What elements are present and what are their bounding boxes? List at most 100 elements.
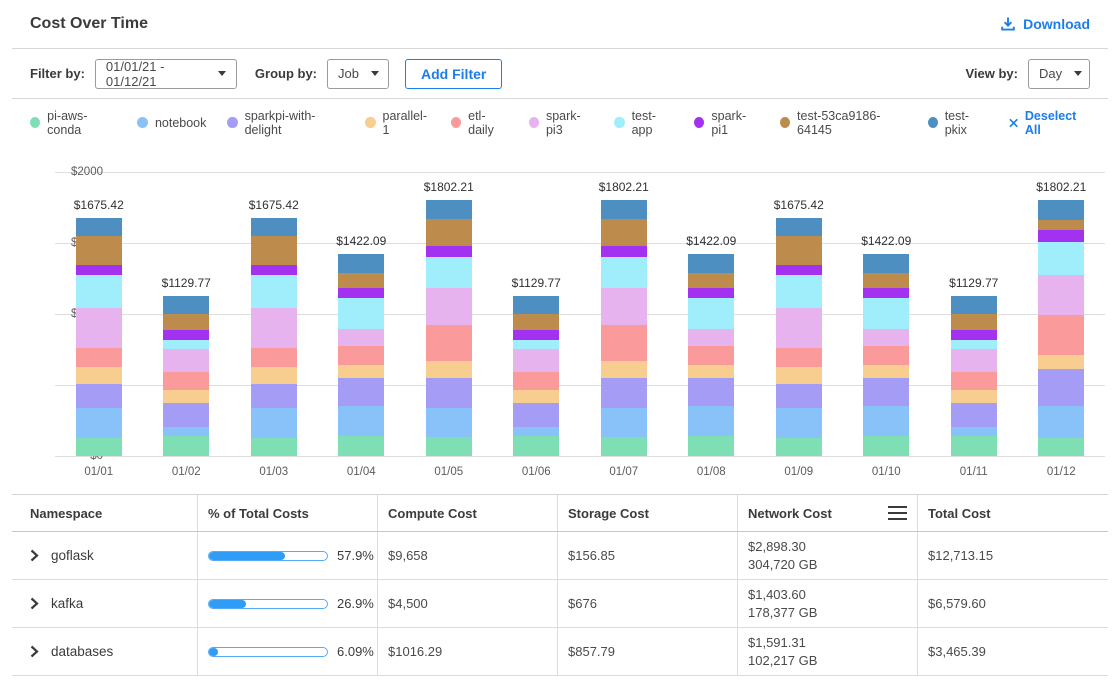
stacked-bar[interactable]	[426, 200, 472, 456]
bar-segment-spark-pi1[interactable]	[863, 288, 909, 298]
bar-segment-parallel-1[interactable]	[1038, 355, 1084, 369]
bar-segment-test-pkix[interactable]	[76, 218, 122, 236]
bar-segment-pi-aws-conda[interactable]	[688, 436, 734, 456]
bar-segment-spark-pi1[interactable]	[776, 265, 822, 275]
bar-segment-sparkpi-with-delight[interactable]	[338, 378, 384, 406]
bar-segment-notebook[interactable]	[426, 408, 472, 437]
bar-segment-parallel-1[interactable]	[251, 367, 297, 384]
bar-segment-pi-aws-conda[interactable]	[76, 438, 122, 456]
bar-segment-notebook[interactable]	[1038, 406, 1084, 439]
bar-segment-spark-pi3[interactable]	[776, 308, 822, 348]
bar-segment-test-app[interactable]	[951, 340, 997, 349]
bar-segment-spark-pi3[interactable]	[601, 288, 647, 325]
bar-segment-sparkpi-with-delight[interactable]	[76, 384, 122, 408]
bar-segment-test-pkix[interactable]	[513, 296, 559, 315]
bar-segment-test-53ca9186-64145[interactable]	[863, 273, 909, 288]
bar-segment-etl-daily[interactable]	[776, 348, 822, 367]
bar-segment-test-app[interactable]	[863, 298, 909, 329]
legend-item-test-app[interactable]: test-app	[614, 109, 673, 137]
bar-segment-etl-daily[interactable]	[863, 346, 909, 365]
bar-segment-sparkpi-with-delight[interactable]	[601, 378, 647, 408]
legend-item-parallel-1[interactable]: parallel-1	[365, 109, 430, 137]
bar-segment-spark-pi1[interactable]	[951, 330, 997, 341]
bar-segment-notebook[interactable]	[163, 427, 209, 435]
bar-segment-pi-aws-conda[interactable]	[426, 437, 472, 456]
bar-segment-etl-daily[interactable]	[951, 372, 997, 390]
bar-segment-sparkpi-with-delight[interactable]	[163, 403, 209, 428]
bar-segment-spark-pi3[interactable]	[513, 349, 559, 372]
bar-segment-parallel-1[interactable]	[426, 361, 472, 378]
stacked-bar[interactable]	[513, 296, 559, 456]
bar-segment-pi-aws-conda[interactable]	[601, 437, 647, 456]
stacked-bar[interactable]	[163, 296, 209, 456]
bar-segment-sparkpi-with-delight[interactable]	[863, 378, 909, 406]
bar-segment-sparkpi-with-delight[interactable]	[776, 384, 822, 408]
bar-segment-parallel-1[interactable]	[601, 361, 647, 378]
bar-segment-sparkpi-with-delight[interactable]	[688, 378, 734, 406]
bar-segment-spark-pi3[interactable]	[338, 329, 384, 346]
bar-segment-spark-pi3[interactable]	[76, 308, 122, 348]
bar-segment-pi-aws-conda[interactable]	[338, 436, 384, 456]
bar-segment-spark-pi1[interactable]	[426, 246, 472, 257]
bar-segment-etl-daily[interactable]	[688, 346, 734, 365]
legend-item-sparkpi-with-delight[interactable]: sparkpi-with-delight	[227, 109, 344, 137]
date-range-select[interactable]: 01/01/21 - 01/12/21	[95, 59, 237, 89]
bar-segment-test-pkix[interactable]	[163, 296, 209, 315]
expand-row-button[interactable]	[30, 645, 39, 658]
column-header-storage-cost[interactable]: Storage Cost	[557, 495, 737, 531]
bar-segment-test-app[interactable]	[776, 275, 822, 308]
bar-segment-test-53ca9186-64145[interactable]	[163, 314, 209, 329]
bar-segment-test-53ca9186-64145[interactable]	[688, 273, 734, 288]
bar-segment-etl-daily[interactable]	[426, 325, 472, 361]
bar-segment-spark-pi1[interactable]	[76, 265, 122, 275]
bar-segment-test-app[interactable]	[513, 340, 559, 349]
bar-segment-etl-daily[interactable]	[251, 348, 297, 367]
column-header-compute-cost[interactable]: Compute Cost	[377, 495, 557, 531]
bar-segment-spark-pi1[interactable]	[338, 288, 384, 298]
bar-segment-sparkpi-with-delight[interactable]	[251, 384, 297, 408]
bar-segment-test-pkix[interactable]	[688, 254, 734, 273]
bar-segment-pi-aws-conda[interactable]	[251, 438, 297, 456]
bar-segment-test-app[interactable]	[163, 340, 209, 349]
expand-row-button[interactable]	[30, 549, 39, 562]
bar-segment-test-app[interactable]	[688, 298, 734, 329]
stacked-bar[interactable]	[688, 254, 734, 456]
expand-row-button[interactable]	[30, 597, 39, 610]
bar-segment-spark-pi3[interactable]	[1038, 275, 1084, 315]
bar-segment-test-53ca9186-64145[interactable]	[426, 219, 472, 246]
bar-segment-spark-pi1[interactable]	[601, 246, 647, 257]
legend-item-etl-daily[interactable]: etl-daily	[451, 109, 508, 137]
stacked-bar[interactable]	[1038, 200, 1084, 456]
bar-segment-test-53ca9186-64145[interactable]	[251, 236, 297, 265]
bar-segment-sparkpi-with-delight[interactable]	[426, 378, 472, 408]
bar-segment-test-app[interactable]	[251, 275, 297, 308]
bar-segment-sparkpi-with-delight[interactable]	[513, 403, 559, 428]
bar-segment-spark-pi1[interactable]	[513, 330, 559, 341]
bar-segment-etl-daily[interactable]	[1038, 315, 1084, 355]
bar-segment-test-app[interactable]	[76, 275, 122, 308]
bar-segment-pi-aws-conda[interactable]	[513, 436, 559, 456]
bar-segment-sparkpi-with-delight[interactable]	[951, 403, 997, 428]
bar-segment-etl-daily[interactable]	[513, 372, 559, 390]
bar-segment-spark-pi1[interactable]	[688, 288, 734, 298]
column-header-namespace[interactable]: Namespace	[12, 495, 197, 531]
bar-segment-notebook[interactable]	[601, 408, 647, 437]
deselect-all-button[interactable]: Deselect All	[1009, 109, 1090, 137]
download-button[interactable]: Download	[1000, 16, 1090, 32]
stacked-bar[interactable]	[776, 218, 822, 456]
bar-segment-etl-daily[interactable]	[163, 372, 209, 390]
bar-segment-notebook[interactable]	[513, 427, 559, 435]
bar-segment-test-pkix[interactable]	[951, 296, 997, 315]
bar-segment-spark-pi3[interactable]	[426, 288, 472, 325]
view-by-select[interactable]: Day	[1028, 59, 1090, 89]
bar-segment-parallel-1[interactable]	[688, 365, 734, 378]
bar-segment-test-app[interactable]	[338, 298, 384, 329]
bar-segment-parallel-1[interactable]	[163, 390, 209, 402]
bar-segment-test-app[interactable]	[1038, 242, 1084, 275]
bar-segment-test-53ca9186-64145[interactable]	[338, 273, 384, 288]
bar-segment-spark-pi1[interactable]	[163, 330, 209, 341]
bar-segment-test-pkix[interactable]	[251, 218, 297, 236]
add-filter-button[interactable]: Add Filter	[405, 59, 502, 89]
bar-segment-parallel-1[interactable]	[951, 390, 997, 402]
stacked-bar[interactable]	[863, 254, 909, 456]
